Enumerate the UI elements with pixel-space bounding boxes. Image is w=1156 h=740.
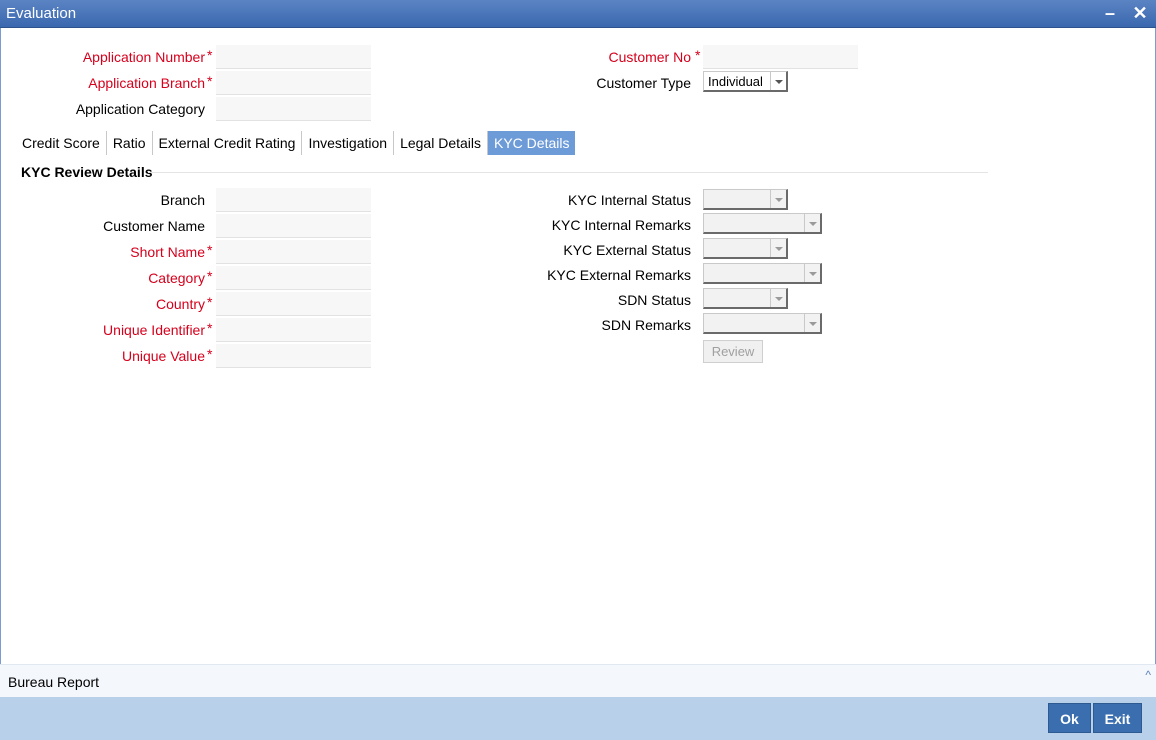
application-branch-input[interactable] [216, 71, 371, 95]
footer-bar: Ok Exit [0, 697, 1156, 740]
chevron-down-icon [770, 239, 786, 257]
application-branch-label: Application Branch [88, 75, 205, 91]
bureau-report-bar[interactable]: Bureau Report ^ [0, 664, 1156, 697]
kyc-external-status-label: KYC External Status [563, 242, 691, 258]
close-icon[interactable]: ✕ [1130, 3, 1150, 23]
chevron-down-icon [804, 264, 820, 282]
section-divider [148, 172, 988, 173]
required-marker: * [207, 242, 213, 258]
sdn-remarks-label: SDN Remarks [601, 317, 691, 333]
customer-type-select[interactable]: Individual [703, 71, 788, 92]
review-button[interactable]: Review [703, 340, 763, 363]
kyc-internal-status-select[interactable] [703, 189, 788, 210]
branch-input[interactable] [216, 188, 371, 212]
tab-investigation[interactable]: Investigation [302, 131, 395, 155]
customer-name-input[interactable] [216, 214, 371, 238]
customer-type-label: Customer Type [596, 75, 691, 91]
kyc-internal-status-label: KYC Internal Status [568, 192, 691, 208]
sdn-status-label: SDN Status [617, 292, 691, 308]
required-marker: * [207, 73, 213, 89]
minimize-icon[interactable]: – [1100, 3, 1120, 23]
unique-value-label: Unique Value [121, 348, 205, 364]
required-marker: * [207, 47, 213, 63]
bureau-report-label: Bureau Report [8, 674, 100, 690]
required-marker: * [207, 346, 213, 362]
required-marker: * [207, 268, 213, 284]
window-title-bar: Evaluation – ✕ [0, 0, 1156, 28]
short-name-input[interactable] [216, 240, 371, 264]
kyc-external-status-select[interactable] [703, 238, 788, 259]
chevron-down-icon [770, 289, 786, 307]
application-number-label: Application Number [82, 49, 205, 65]
country-label: Country [155, 296, 205, 312]
application-category-label: Application Category [75, 101, 205, 117]
customer-name-label: Customer Name [103, 218, 205, 234]
customer-no-input[interactable] [703, 45, 858, 69]
country-input[interactable] [216, 292, 371, 316]
customer-type-value: Individual [708, 74, 763, 89]
application-category-input[interactable] [216, 97, 371, 121]
sdn-status-select[interactable] [703, 288, 788, 309]
tab-credit-score[interactable]: Credit Score [16, 131, 107, 155]
category-label: Category [148, 270, 205, 286]
ok-button[interactable]: Ok [1048, 703, 1091, 733]
kyc-external-remarks-select[interactable] [703, 263, 822, 284]
unique-identifier-label: Unique Identifier [103, 322, 205, 338]
required-marker: * [207, 320, 213, 336]
short-name-label: Short Name [130, 244, 205, 260]
kyc-internal-remarks-select[interactable] [703, 213, 822, 234]
sdn-remarks-select[interactable] [703, 313, 822, 334]
kyc-internal-remarks-label: KYC Internal Remarks [551, 217, 691, 233]
chevron-down-icon [770, 190, 786, 208]
tab-ratio[interactable]: Ratio [107, 131, 153, 155]
chevron-down-icon [804, 314, 820, 332]
tab-legal-details[interactable]: Legal Details [394, 131, 488, 155]
chevron-down-icon [770, 72, 786, 90]
required-marker: * [695, 47, 701, 63]
unique-identifier-input[interactable] [216, 318, 371, 342]
chevron-up-icon[interactable]: ^ [1145, 668, 1151, 682]
chevron-down-icon [804, 214, 820, 232]
kyc-external-remarks-label: KYC External Remarks [547, 267, 691, 283]
category-input[interactable] [216, 266, 371, 290]
unique-value-input[interactable] [216, 344, 371, 368]
tab-external-credit-rating[interactable]: External Credit Rating [153, 131, 303, 155]
tab-bar: Credit Score Ratio External Credit Ratin… [16, 131, 576, 155]
window-title: Evaluation [6, 5, 77, 22]
customer-no-label: Customer No [608, 49, 691, 65]
tab-kyc-details[interactable]: KYC Details [488, 131, 576, 155]
branch-label: Branch [160, 192, 205, 208]
exit-button[interactable]: Exit [1093, 703, 1142, 733]
required-marker: * [207, 294, 213, 310]
application-number-input[interactable] [216, 45, 371, 69]
section-title: KYC Review Details [21, 164, 153, 180]
